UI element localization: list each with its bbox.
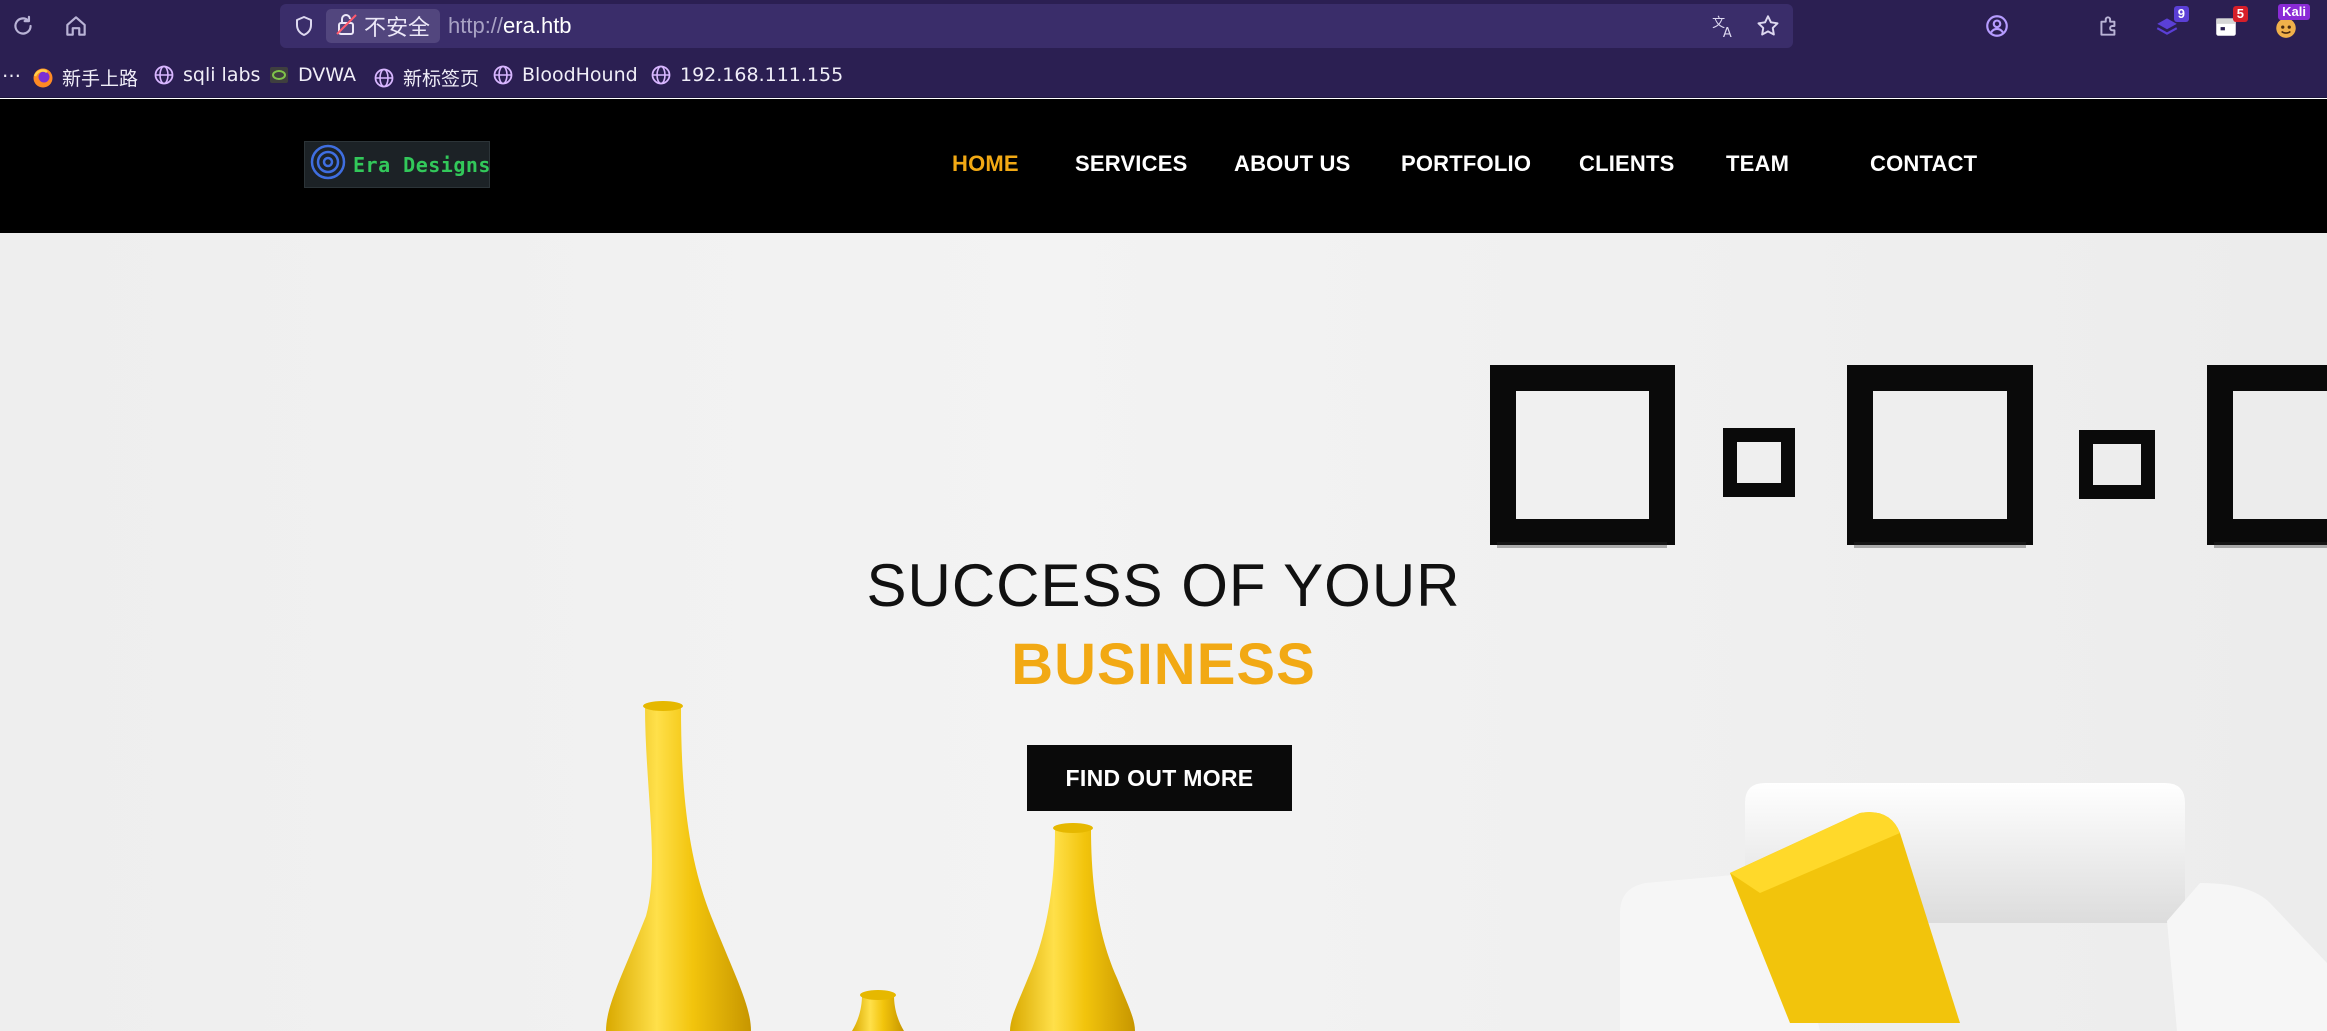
- globe-icon: [650, 64, 672, 86]
- nav-clients[interactable]: CLIENTS: [1579, 151, 1675, 177]
- kali-badge: Kali: [2278, 4, 2310, 20]
- home-icon[interactable]: [62, 12, 90, 40]
- logo-rings-icon: [309, 143, 347, 186]
- url-bar[interactable]: 不安全 http://era.htb 文A: [280, 4, 1793, 48]
- nav-services[interactable]: SERVICES: [1075, 151, 1187, 177]
- bookmark-item[interactable]: 192.168.111.155: [650, 64, 843, 86]
- globe-icon: [492, 64, 514, 86]
- bookmark-item[interactable]: 新手上路: [32, 64, 138, 91]
- nav-contact[interactable]: CONTACT: [1870, 151, 1977, 177]
- translate-icon[interactable]: 文A: [1710, 12, 1738, 40]
- security-label: 不安全: [364, 16, 431, 41]
- hero-section: SUCCESS OF YOUR BUSINESS FIND OUT MORE: [0, 233, 2327, 1031]
- insecure-indicator[interactable]: 不安全: [326, 9, 440, 43]
- wall-frames: [1490, 365, 2327, 545]
- find-out-more-button[interactable]: FIND OUT MORE: [1027, 745, 1292, 811]
- account-icon[interactable]: [1983, 12, 2011, 40]
- hero-title: SUCCESS OF YOUR: [866, 552, 1461, 619]
- site-header: Era Designs HOME SERVICES ABOUT US PORTF…: [0, 99, 2327, 233]
- browser-toolbar: 不安全 http://era.htb 文A 9 5 Kali: [0, 0, 2327, 52]
- extension-badge-count: 9: [2173, 6, 2189, 22]
- white-sofa: [1620, 783, 2327, 1031]
- tracking-shield-icon[interactable]: [290, 12, 318, 40]
- bookmarks-bar: … 新手上路 sqli labs DVWA 新标签页 BloodHound 19…: [0, 52, 2327, 98]
- url-text[interactable]: http://era.htb: [448, 13, 572, 39]
- extension-calendar-count: 5: [2232, 6, 2248, 22]
- reload-icon[interactable]: [9, 12, 37, 40]
- bookmarks-overflow[interactable]: …: [2, 60, 21, 82]
- nav-portfolio[interactable]: PORTFOLIO: [1401, 151, 1531, 177]
- extension-calendar-icon[interactable]: 5: [2212, 6, 2248, 40]
- logo-text: Era Designs: [353, 152, 491, 177]
- globe-icon: [153, 64, 175, 86]
- bookmark-item[interactable]: DVWA: [268, 64, 356, 86]
- hero-accent: BUSINESS: [1011, 632, 1316, 697]
- broken-lock-icon: [336, 12, 358, 41]
- nav-team[interactable]: TEAM: [1726, 151, 1789, 177]
- extension-badge-icon[interactable]: 9: [2153, 6, 2189, 40]
- dvwa-icon: [268, 64, 290, 86]
- bookmark-item[interactable]: 新标签页: [373, 64, 479, 91]
- firefox-icon: [32, 67, 54, 89]
- site-logo[interactable]: Era Designs: [304, 141, 490, 188]
- extensions-puzzle-icon[interactable]: [2095, 12, 2123, 40]
- globe-icon: [373, 67, 395, 89]
- bookmark-star-icon[interactable]: [1754, 12, 1782, 40]
- bookmark-item[interactable]: sqli labs: [153, 64, 260, 86]
- svg-text:A: A: [1723, 26, 1732, 39]
- bookmark-item[interactable]: BloodHound: [492, 64, 638, 86]
- nav-home[interactable]: HOME: [952, 151, 1019, 177]
- nav-about-us[interactable]: ABOUT US: [1234, 151, 1351, 177]
- kali-avatar-icon[interactable]: Kali: [2272, 4, 2310, 40]
